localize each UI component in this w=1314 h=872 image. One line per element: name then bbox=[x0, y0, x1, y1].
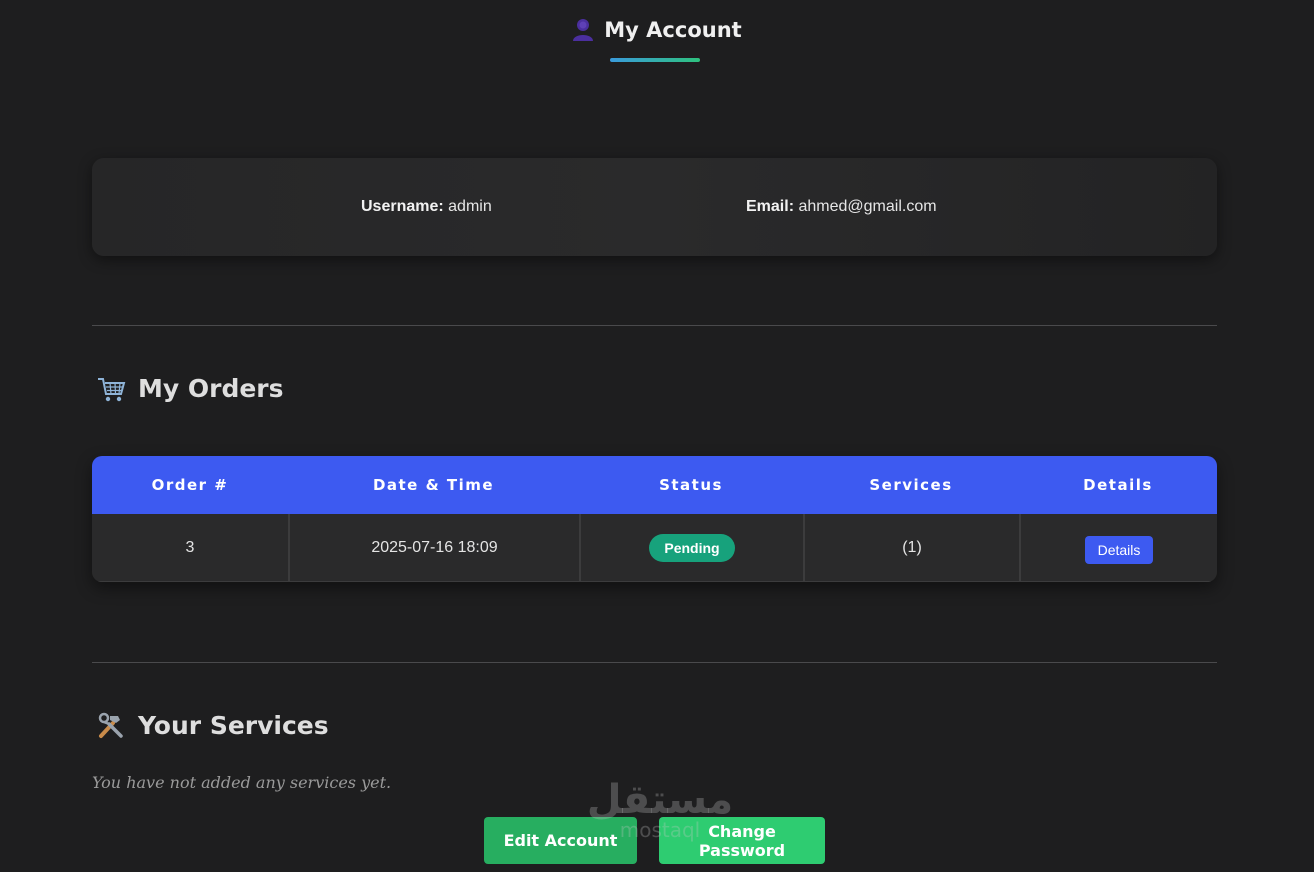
section-divider bbox=[92, 325, 1217, 326]
shopping-cart-icon bbox=[98, 377, 126, 401]
services-title: Your Services bbox=[138, 711, 329, 740]
column-header-order: Order # bbox=[92, 456, 288, 514]
table-row: 3 2025-07-16 18:09 Pending (1) Details bbox=[92, 514, 1217, 582]
account-info-card: Username: admin Email: ahmed@gmail.com bbox=[92, 158, 1217, 256]
username-info: Username: admin bbox=[361, 198, 492, 216]
status-badge: Pending bbox=[649, 533, 735, 562]
column-header-details: Details bbox=[1019, 456, 1217, 514]
order-details-cell: Details bbox=[1019, 514, 1217, 582]
orders-title: My Orders bbox=[138, 374, 284, 403]
services-empty-message: You have not added any services yet. bbox=[92, 773, 392, 792]
order-number-cell: 3 bbox=[92, 514, 288, 582]
change-password-button[interactable]: Change Password bbox=[659, 817, 825, 864]
section-divider bbox=[92, 662, 1217, 663]
username-label: Username: bbox=[361, 198, 444, 215]
email-info: Email: ahmed@gmail.com bbox=[746, 198, 937, 216]
table-header-row: Order # Date & Time Status Services Deta… bbox=[92, 456, 1217, 514]
edit-account-button[interactable]: Edit Account bbox=[484, 817, 637, 864]
column-header-services: Services bbox=[803, 456, 1019, 514]
page-title-group: My Account bbox=[572, 18, 742, 42]
order-status-cell: Pending bbox=[579, 514, 803, 582]
page-title: My Account bbox=[604, 18, 742, 42]
column-header-datetime: Date & Time bbox=[288, 456, 579, 514]
tools-icon bbox=[98, 712, 123, 738]
services-heading: Your Services bbox=[96, 711, 329, 740]
account-page: My Account Username: admin Email: ahmed@… bbox=[0, 0, 1314, 872]
title-underline bbox=[610, 58, 700, 62]
column-header-status: Status bbox=[579, 456, 803, 514]
user-icon bbox=[573, 19, 594, 41]
details-button[interactable]: Details bbox=[1084, 535, 1154, 564]
order-services-cell: (1) bbox=[803, 514, 1019, 582]
email-label: Email: bbox=[746, 198, 795, 215]
orders-table: Order # Date & Time Status Services Deta… bbox=[92, 456, 1217, 582]
orders-heading: My Orders bbox=[96, 374, 284, 403]
email-value: ahmed@gmail.com bbox=[798, 198, 937, 215]
page-header: My Account bbox=[0, 18, 1314, 46]
order-datetime-cell: 2025-07-16 18:09 bbox=[288, 514, 579, 582]
username-value: admin bbox=[448, 198, 492, 215]
